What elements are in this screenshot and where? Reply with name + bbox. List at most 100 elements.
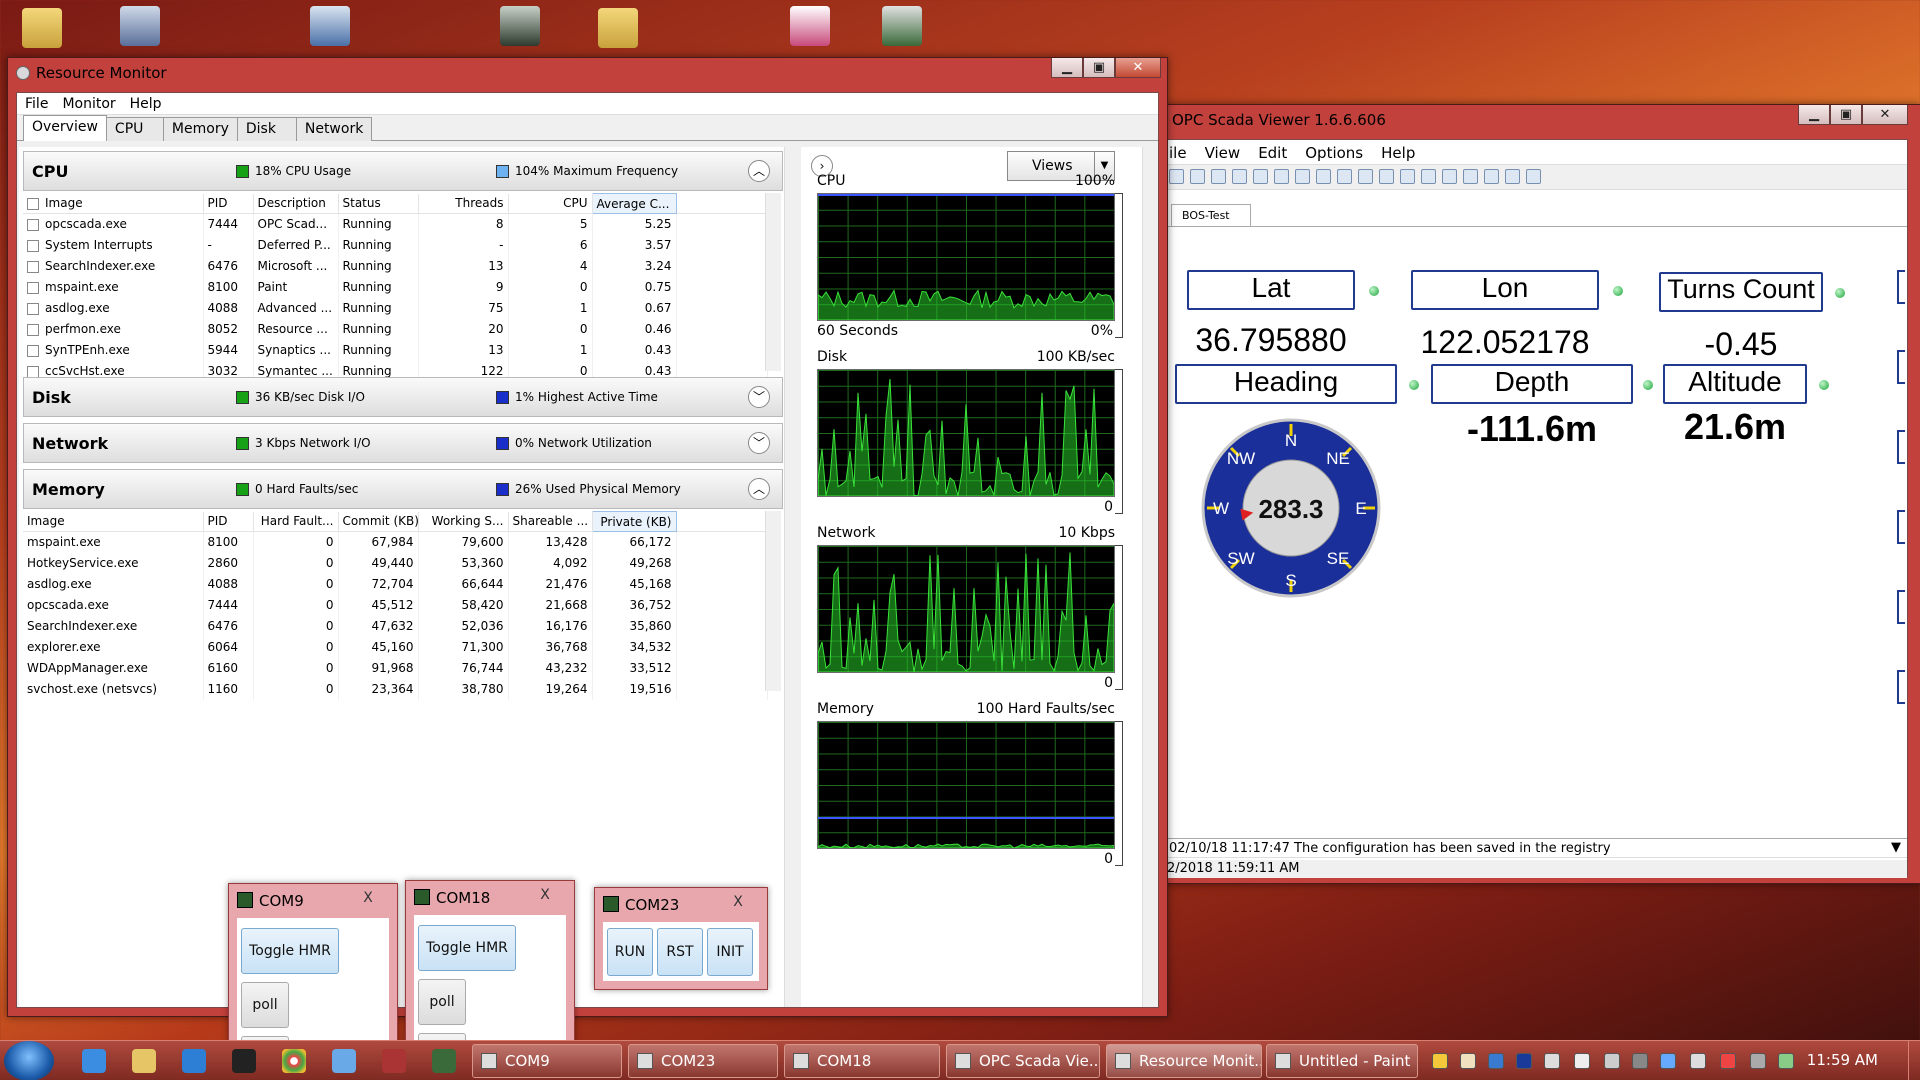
refresh-icon[interactable]	[1253, 169, 1268, 184]
taskbar-button-com9[interactable]: COM9	[472, 1044, 622, 1078]
tab-memory[interactable]: Memory	[162, 117, 238, 141]
store-icon[interactable]	[182, 1049, 206, 1073]
com-port-icon[interactable]	[432, 1049, 456, 1073]
copy-icon[interactable]	[1442, 169, 1457, 184]
text-icon[interactable]	[1400, 169, 1415, 184]
menu-edit[interactable]: Edit	[1258, 144, 1287, 162]
row-checkbox[interactable]	[27, 365, 39, 378]
table-row[interactable]: opcscada.exe 7444 OPC Scad... Running 8 5 5.25	[23, 213, 768, 235]
minimize-button[interactable]: ▁	[1798, 105, 1830, 125]
close-button[interactable]: ✕	[1115, 58, 1161, 78]
menu-help[interactable]: Help	[130, 96, 162, 112]
column-header[interactable]: Threads	[418, 193, 509, 214]
column-header-sorted[interactable]: Private (KB)	[591, 511, 677, 532]
maximize-button[interactable]: ▣	[1830, 105, 1862, 125]
column-header[interactable]: Image	[23, 511, 204, 532]
pencil-icon[interactable]	[1421, 169, 1436, 184]
menu-monitor[interactable]: Monitor	[62, 96, 115, 112]
poll-button[interactable]: poll	[418, 979, 466, 1025]
run-button[interactable]: RUN	[607, 928, 653, 976]
chevron-down-icon[interactable]: ﹀	[748, 432, 770, 454]
folder-icon[interactable]	[22, 8, 62, 48]
table-row[interactable]: SearchIndexer.exe 6476 0 47,632 52,036 16,176…	[23, 615, 768, 637]
column-header[interactable]: PID	[203, 511, 254, 532]
start-button[interactable]	[4, 1041, 54, 1080]
norton-icon[interactable]	[1432, 1053, 1448, 1069]
device-icon[interactable]	[1544, 1053, 1560, 1069]
chart-shortcut-icon[interactable]	[790, 6, 830, 46]
chrome-icon[interactable]	[282, 1049, 306, 1073]
memory-section-header[interactable]: Memory 0 Hard Faults/sec 26% Used Physic…	[23, 469, 783, 509]
rm-titlebar[interactable]: Resource Monitor ▁ ▣ ✕	[8, 58, 1167, 88]
minimize-button[interactable]: ▁	[1051, 58, 1083, 78]
maximize-button[interactable]: ▣	[1083, 58, 1115, 78]
table-row[interactable]: asdlog.exe 4088 Advanced ... Running 75 1 0.67	[23, 297, 768, 319]
chevron-up-icon[interactable]: ︿	[748, 160, 770, 182]
signal-icon[interactable]	[1750, 1053, 1766, 1069]
column-header[interactable]: Shareable ...	[508, 511, 593, 532]
tab-bos-test[interactable]: BOS-Test	[1171, 204, 1251, 226]
column-header[interactable]: Hard Fault...	[253, 511, 339, 532]
taskbar-button-opc-scada[interactable]: OPC Scada Vie...	[946, 1044, 1100, 1078]
table-row[interactable]: mspaint.exe 8100 0 67,984 79,600 13,428 66,172	[23, 531, 768, 553]
align-icon[interactable]	[1526, 169, 1541, 184]
terminal-shortcut-icon[interactable]	[500, 6, 540, 46]
taskbar-button-com18[interactable]: COM18	[784, 1044, 940, 1078]
chevron-down-icon[interactable]: ﹀	[748, 386, 770, 408]
paste-icon[interactable]	[1463, 169, 1478, 184]
app-shortcut-icon[interactable]	[120, 6, 160, 46]
row-checkbox[interactable]	[27, 239, 39, 252]
menu-help[interactable]: Help	[1381, 144, 1415, 162]
menu-options[interactable]: Options	[1305, 144, 1363, 162]
open-icon[interactable]	[1169, 169, 1184, 184]
log-line[interactable]: 02/10/18 11:17:47 The configuration has …	[1163, 838, 1907, 858]
grid-icon[interactable]	[1316, 169, 1331, 184]
column-header[interactable]: Working S...	[418, 511, 509, 532]
column-header-sorted[interactable]: Average C...	[591, 193, 677, 214]
graph-pane-scrollbar[interactable]	[1142, 147, 1158, 1007]
row-checkbox[interactable]	[27, 344, 39, 357]
poll-button[interactable]: poll	[241, 982, 289, 1028]
chevron-up-icon[interactable]: ︿	[748, 478, 770, 500]
table-row[interactable]: WDAppManager.exe 6160 0 91,968 76,744 43,232 3…	[23, 657, 768, 679]
taskbar-button-resource-monitor[interactable]: Resource Monit...	[1106, 1044, 1262, 1078]
menu-file[interactable]: ile	[1169, 144, 1187, 162]
show-desktop-button[interactable]	[1908, 1041, 1920, 1080]
sync-icon[interactable]	[1488, 1053, 1504, 1069]
network-tool-icon[interactable]	[1460, 1053, 1476, 1069]
reset-button[interactable]: RST	[657, 928, 703, 976]
tab-disk[interactable]: Disk	[236, 117, 297, 141]
tool-shortcut-icon[interactable]	[882, 6, 922, 46]
cpu-section-header[interactable]: CPU 18% CPU Usage 104% Maximum Frequency…	[23, 151, 783, 191]
chevron-down-icon[interactable]: ▼	[1891, 840, 1901, 855]
connect-icon[interactable]	[1211, 169, 1226, 184]
disk-section-header[interactable]: Disk 36 KB/sec Disk I/O 1% Highest Activ…	[23, 377, 783, 417]
select-all-checkbox[interactable]	[27, 197, 39, 210]
tab-network[interactable]: Network	[295, 117, 373, 141]
volume-icon[interactable]	[1690, 1053, 1706, 1069]
file-explorer-icon[interactable]	[132, 1049, 156, 1073]
table-row[interactable]: svchost.exe (netsvcs) 1160 0 23,364 38,780 19…	[23, 678, 768, 700]
display-icon[interactable]	[1660, 1053, 1676, 1069]
window-icon[interactable]	[1358, 169, 1373, 184]
column-header[interactable]: CPU	[508, 193, 593, 214]
security-icon[interactable]	[1720, 1053, 1736, 1069]
tab-overview[interactable]: Overview	[23, 115, 107, 141]
row-checkbox[interactable]	[27, 218, 39, 231]
usb-icon[interactable]	[1604, 1053, 1620, 1069]
column-header[interactable]: Status	[338, 193, 419, 214]
network-shortcut-icon[interactable]	[310, 6, 350, 46]
column-header[interactable]: PID	[203, 193, 254, 214]
flag-icon[interactable]	[1574, 1053, 1590, 1069]
toggle-hmr-button[interactable]: Toggle HMR	[418, 925, 516, 971]
menu-file[interactable]: File	[25, 96, 48, 112]
close-button[interactable]: X	[723, 894, 753, 912]
tab-cpu[interactable]: CPU	[105, 117, 164, 141]
app-icon[interactable]	[332, 1049, 356, 1073]
wd-icon[interactable]	[1516, 1053, 1532, 1069]
table-row[interactable]: opcscada.exe 7444 0 45,512 58,420 21,668 36,75…	[23, 594, 768, 616]
edit-icon[interactable]	[1337, 169, 1352, 184]
cpu-table-scrollbar[interactable]	[765, 193, 781, 371]
battery-icon[interactable]	[1778, 1053, 1794, 1069]
stop-icon[interactable]	[1274, 169, 1289, 184]
